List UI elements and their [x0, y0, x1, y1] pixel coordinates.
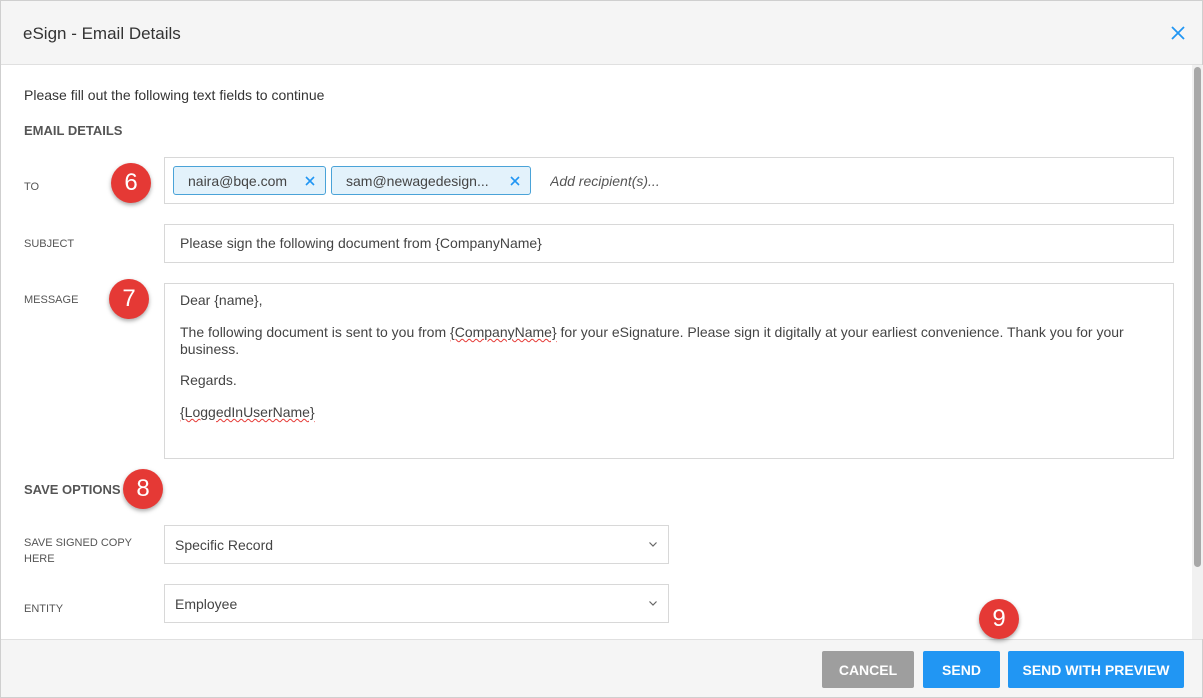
dialog-title: eSign - Email Details [23, 24, 181, 43]
step-badge-6: 6 [111, 163, 151, 203]
send-button[interactable]: SEND [923, 651, 1000, 688]
dialog-header: eSign - Email Details [1, 1, 1202, 65]
dialog-content[interactable]: Please fill out the following text field… [1, 65, 1191, 639]
vertical-scrollbar[interactable] [1192, 65, 1203, 639]
dialog-footer: CANCEL SEND SEND WITH PREVIEW [1, 639, 1202, 697]
message-label: MESSAGE [24, 294, 79, 306]
save-copy-label-line1: SAVE SIGNED COPY [24, 537, 132, 549]
send-with-preview-button[interactable]: SEND WITH PREVIEW [1008, 651, 1184, 688]
recipient-chip-label: naira@bqe.com [188, 173, 288, 189]
to-label: TO [24, 181, 40, 193]
message-signature: {LoggedInUserName} [180, 404, 315, 420]
message-greeting: Dear {name}, [180, 292, 263, 308]
close-icon[interactable] [1168, 23, 1188, 43]
chevron-down-icon [649, 542, 657, 547]
add-recipient-input[interactable] [550, 166, 1150, 195]
message-company-token: {CompanyName} [450, 324, 557, 340]
save-copy-select[interactable]: Specific Record [164, 525, 669, 564]
save-options-heading: SAVE OPTIONS [24, 482, 121, 497]
remove-recipient-icon[interactable] [509, 175, 521, 187]
step-badge-9: 9 [979, 599, 1019, 639]
subject-value: Please sign the following document from … [180, 235, 542, 251]
step-badge-8: 8 [123, 469, 163, 509]
entity-select[interactable]: Employee [164, 584, 669, 623]
chevron-down-icon [649, 601, 657, 606]
message-textarea[interactable]: Dear {name}, The following document is s… [164, 283, 1174, 459]
recipient-chip[interactable]: naira@bqe.com [173, 166, 326, 195]
scrollbar-thumb[interactable] [1194, 67, 1201, 567]
esign-email-dialog: eSign - Email Details Please fill out th… [0, 0, 1203, 698]
entity-value: Employee [175, 596, 238, 612]
intro-text: Please fill out the following text field… [24, 87, 325, 103]
recipient-chip-label: sam@newagedesign... [346, 173, 489, 189]
cancel-button[interactable]: CANCEL [822, 651, 914, 688]
recipients-field[interactable]: naira@bqe.com sam@newagedesign... [164, 157, 1174, 204]
message-regards: Regards. [180, 372, 237, 388]
save-copy-label: SAVE SIGNED COPY HERE [24, 535, 132, 567]
subject-input[interactable]: Please sign the following document from … [164, 224, 1174, 263]
save-copy-value: Specific Record [175, 537, 274, 553]
email-details-heading: EMAIL DETAILS [24, 123, 123, 138]
save-copy-label-line2: HERE [24, 553, 55, 565]
message-body-start: The following document is sent to you fr… [180, 324, 451, 340]
subject-label: SUBJECT [24, 238, 75, 250]
message-body: The following document is sent to you fr… [180, 324, 1160, 358]
recipient-chip[interactable]: sam@newagedesign... [331, 166, 531, 195]
step-badge-7: 7 [109, 279, 149, 319]
entity-label: ENTITY [24, 603, 64, 615]
remove-recipient-icon[interactable] [304, 175, 316, 187]
